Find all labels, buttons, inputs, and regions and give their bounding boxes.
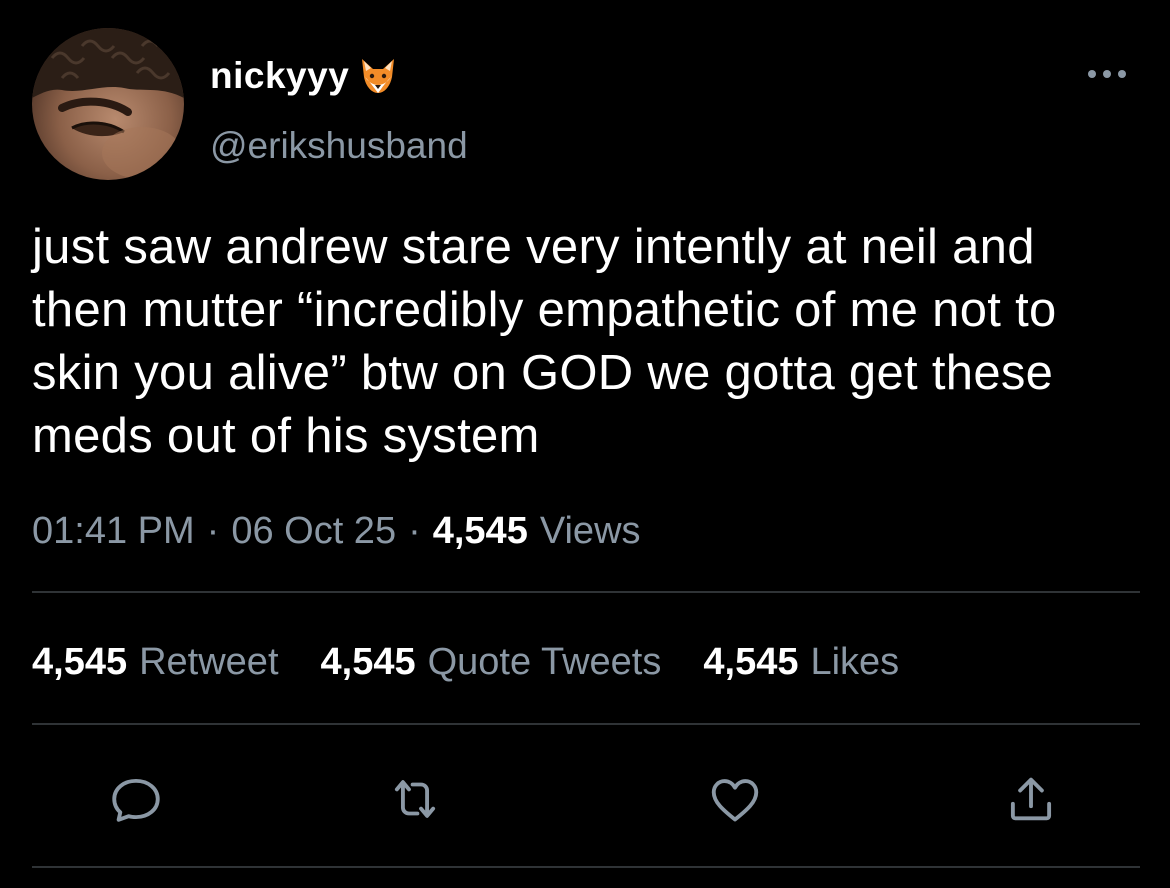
retweet-icon [394, 780, 436, 818]
views-label: Views [539, 509, 641, 552]
likes-label: Likes [810, 640, 900, 683]
meta-separator: · [206, 509, 220, 552]
share-button[interactable] [1002, 770, 1060, 828]
views-count: 4,545 [432, 509, 528, 552]
retweets-stat[interactable]: 4,545 Retweet [32, 641, 279, 684]
avatar-image [32, 28, 184, 179]
tweet-date[interactable]: 06 Oct 25 [231, 510, 396, 553]
reply-icon [112, 778, 160, 822]
reply-button[interactable] [107, 770, 165, 828]
like-button[interactable] [706, 770, 764, 828]
tweet-text: just saw andrew stare very intently at n… [32, 220, 1057, 463]
retweets-label: Retweet [139, 640, 279, 683]
retweet-button[interactable] [386, 770, 444, 828]
retweets-count: 4,545 [32, 640, 128, 683]
likes-stat[interactable]: 4,545 Likes [703, 641, 899, 684]
meta-separator: · [408, 509, 421, 552]
divider [32, 591, 1140, 593]
quotes-label: Quote Tweets [427, 640, 662, 683]
likes-count: 4,545 [703, 640, 799, 683]
tweet-meta: 01:41 PM · 06 Oct 25 · 4,545 Views [32, 506, 641, 556]
quotes-stat[interactable]: 4,545 Quote Tweets [321, 641, 662, 684]
display-name-row[interactable]: nickyyy [210, 50, 399, 102]
tweet-detail: nickyyy @erikshusband just saw andrew st… [0, 0, 1170, 888]
divider [32, 723, 1140, 725]
quotes-count: 4,545 [320, 640, 416, 683]
engagement-stats: 4,545 Retweet 4,545 Quote Tweets 4,545 L… [32, 637, 941, 687]
divider [32, 866, 1140, 868]
more-icon[interactable] [1084, 64, 1130, 84]
user-handle[interactable]: @erikshusband [210, 125, 468, 167]
avatar[interactable] [32, 28, 184, 180]
display-name[interactable]: nickyyy [210, 55, 349, 97]
share-icon [1010, 777, 1052, 821]
tweet-time[interactable]: 01:41 PM [32, 510, 195, 553]
heart-icon [711, 779, 759, 822]
fox-face-icon [362, 59, 395, 93]
